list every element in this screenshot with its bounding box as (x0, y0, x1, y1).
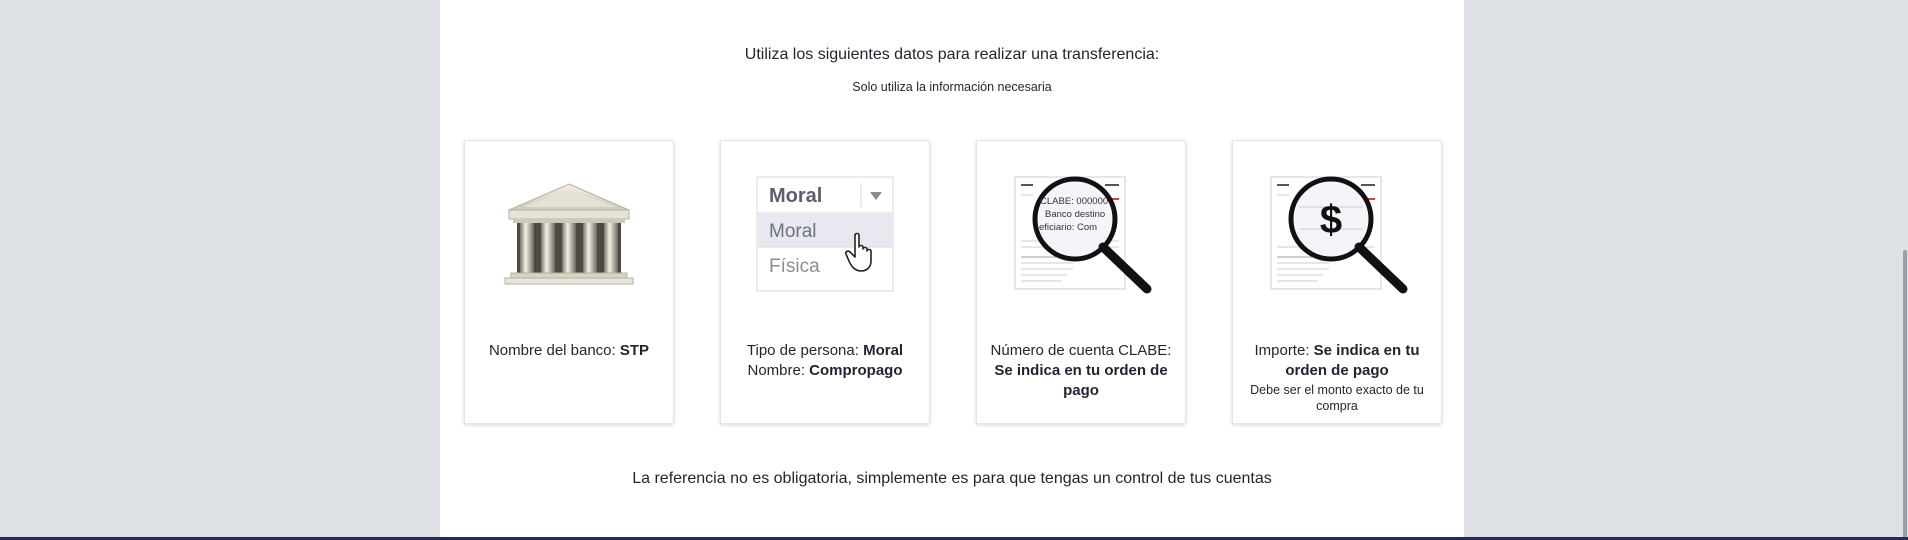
bank-name-value: STP (619, 342, 650, 359)
doc-line-clabe: CLABE: 000000 (1040, 196, 1108, 207)
dropdown-selected-text: Moral (769, 185, 822, 207)
instructions-title: Utiliza los siguientes datos para realiz… (744, 46, 1160, 63)
person-type-value: Moral (863, 342, 904, 359)
doc-line-beneficiary: eficiario: Com (1039, 222, 1097, 233)
clabe-card: CLABE: 000000 Banco destino eficiario: C… (976, 140, 1186, 424)
amount-note: Debe ser el monto exacto de tu compra (1250, 383, 1424, 413)
scrollbar-thumb[interactable] (1903, 250, 1907, 540)
beneficiary-name-value: Compropago (809, 362, 903, 379)
bank-name-label: Nombre del banco: (488, 342, 620, 359)
bank-name-text: Nombre del banco: STP (475, 341, 663, 361)
clabe-value: Se indica en tu orden de pago (994, 362, 1168, 399)
dropdown-option-1: Moral (769, 221, 817, 242)
dropdown-illustration-icon: Moral Moral Física (721, 171, 929, 301)
amount-card: $ Importe: Se indica en tu orden de pago… (1232, 140, 1442, 424)
magnifier-dollar-icon: $ (1233, 171, 1441, 301)
person-type-text: Tipo de persona: Moral Nombre: Compropag… (731, 341, 919, 381)
amount-label: Importe: (1254, 342, 1314, 359)
amount-text: Importe: Se indica en tu orden de pago D… (1243, 341, 1431, 414)
bank-icon (465, 171, 673, 301)
clabe-label: Número de cuenta CLABE: (990, 342, 1172, 359)
clabe-text: Número de cuenta CLABE: Se indica en tu … (987, 341, 1175, 401)
dollar-sign-icon: $ (1320, 198, 1342, 242)
reference-note: La referencia no es obligatoria, simplem… (632, 470, 1272, 487)
person-type-label: Tipo de persona: (746, 342, 864, 359)
instructions-subtitle: Solo utiliza la información necesaria (852, 80, 1052, 94)
person-type-card: Moral Moral Física Tipo de persona: Mora… (720, 140, 930, 424)
dropdown-option-2: Física (769, 256, 820, 277)
magnifier-document-icon: CLABE: 000000 Banco destino eficiario: C… (977, 171, 1185, 301)
beneficiary-name-label: Nombre: (747, 362, 810, 379)
doc-line-bank: Banco destino (1045, 209, 1105, 220)
content-panel: Utiliza los siguientes datos para realiz… (440, 0, 1464, 538)
bank-name-card: Nombre del banco: STP (464, 140, 674, 424)
